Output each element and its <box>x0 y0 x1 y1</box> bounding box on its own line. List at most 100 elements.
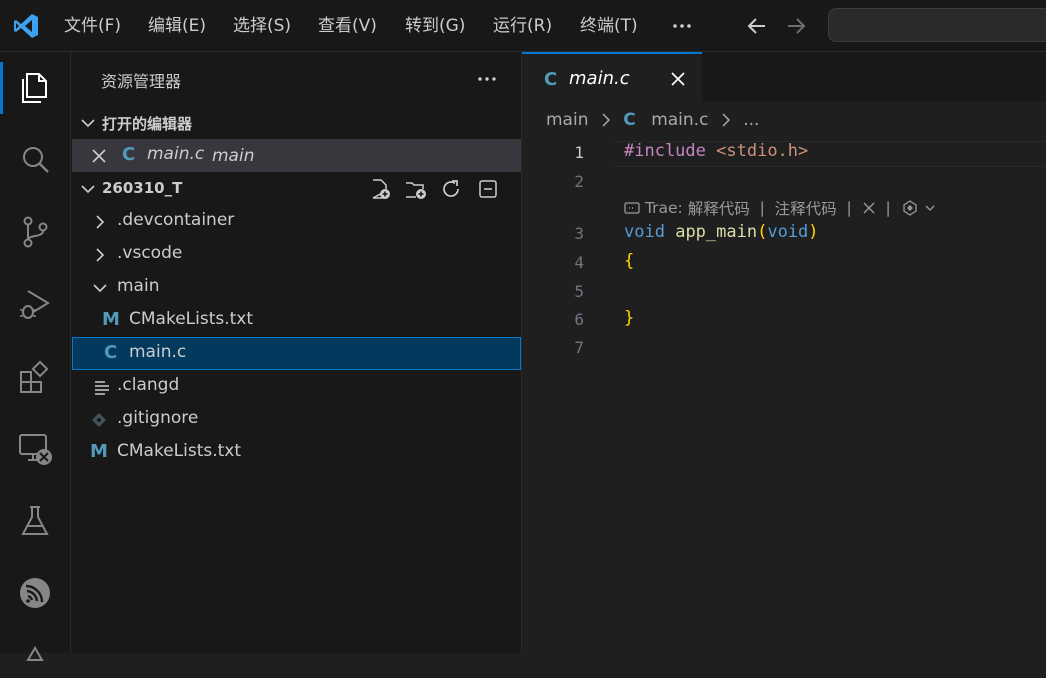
ai-assistant-icon[interactable] <box>901 200 919 216</box>
open-editors-label: 打开的编辑器 <box>102 115 193 133</box>
codelens-separator: | <box>841 199 857 217</box>
chevron-down-icon[interactable] <box>924 202 936 214</box>
text-file-icon <box>95 381 109 395</box>
c-file-icon: C <box>544 69 558 90</box>
tree-item-label: .vscode <box>117 243 183 263</box>
cmake-file-icon: M <box>102 309 120 330</box>
tree-item-label: .gitignore <box>117 408 199 428</box>
codelens-explain[interactable]: 解释代码 <box>688 197 750 219</box>
code-token: ) <box>808 222 819 242</box>
codelens: Trae: 解释代码 | 注释代码 | | <box>624 197 936 219</box>
git-file-icon <box>92 413 106 427</box>
menu-view[interactable]: 查看(V) <box>318 13 377 39</box>
tab-label: main.c <box>569 68 630 89</box>
chevron-right-icon <box>722 113 730 127</box>
code-token: app_main <box>675 222 758 242</box>
code-line-1[interactable]: #include <stdio.h> <box>624 141 808 161</box>
code-token: <stdio.h> <box>716 141 809 161</box>
menu-file[interactable]: 文件(F) <box>64 13 121 39</box>
menu-selection[interactable]: 选择(S) <box>233 13 291 39</box>
c-file-icon: C <box>104 342 118 363</box>
more-menu-icon[interactable] <box>670 12 694 40</box>
chevron-down-icon <box>81 119 95 128</box>
arrow-right-icon[interactable] <box>783 13 809 39</box>
tree-file-cmakelists-main[interactable]: M CMakeLists.txt <box>72 304 521 337</box>
source-control-icon[interactable] <box>16 213 54 251</box>
chevron-down-icon <box>81 185 95 194</box>
code-token: ( <box>757 222 768 242</box>
open-editor-item[interactable]: C main.c main <box>72 139 521 172</box>
vscode-logo-icon <box>14 14 38 38</box>
run-and-debug-icon[interactable] <box>16 285 54 323</box>
chevron-right-icon <box>96 215 105 229</box>
menu-run[interactable]: 运行(R) <box>493 13 552 39</box>
open-editor-folder: main <box>212 146 255 166</box>
tree-file-cmakelists-root[interactable]: M CMakeLists.txt <box>72 436 521 469</box>
breadcrumb-folder[interactable]: main <box>546 110 588 130</box>
code-line-3[interactable]: void app_main(void) <box>624 222 819 242</box>
command-center-search[interactable] <box>828 8 1046 42</box>
open-editors-header[interactable]: 打开的编辑器 <box>72 106 521 139</box>
tree-item-label: main.c <box>129 342 187 362</box>
extra-activity-icon[interactable] <box>16 640 54 678</box>
tree-file-clangd[interactable]: .clangd <box>72 370 521 403</box>
codelens-prefix: Trae: <box>644 199 683 217</box>
more-actions-icon[interactable] <box>475 68 499 90</box>
open-editor-filename: main.c <box>147 144 205 164</box>
extensions-icon[interactable] <box>16 358 54 396</box>
c-file-icon: C <box>623 110 636 130</box>
testing-flask-icon[interactable] <box>16 502 54 540</box>
line-number: 7 <box>574 338 584 357</box>
cmake-file-icon: M <box>90 441 108 462</box>
refresh-icon[interactable] <box>439 177 463 201</box>
menu-terminal[interactable]: 终端(T) <box>580 13 638 39</box>
tree-item-label: CMakeLists.txt <box>129 309 254 329</box>
menu-go[interactable]: 转到(G) <box>405 13 465 39</box>
tree-folder-devcontainer[interactable]: .devcontainer <box>72 205 521 238</box>
tree-item-label: main <box>117 276 160 296</box>
collapse-all-icon[interactable] <box>476 177 500 201</box>
breadcrumb: main C main.c ... <box>546 110 759 134</box>
tree-file-gitignore[interactable]: .gitignore <box>72 403 521 436</box>
c-file-icon: C <box>122 144 136 165</box>
tree-folder-vscode[interactable]: .vscode <box>72 238 521 271</box>
breadcrumb-file[interactable]: main.c <box>651 110 708 130</box>
code-token: #include <box>624 141 706 161</box>
arrow-left-icon[interactable] <box>744 13 770 39</box>
explorer-sidebar: 资源管理器 打开的编辑器 C main.c main 260310_T .dev… <box>71 52 522 653</box>
chevron-right-icon <box>96 248 105 262</box>
close-icon[interactable] <box>91 148 107 164</box>
codelens-comment[interactable]: 注释代码 <box>775 197 837 219</box>
tree-file-main-c[interactable]: C main.c <box>72 337 521 370</box>
breadcrumb-symbol[interactable]: ... <box>743 110 759 130</box>
workspace-header[interactable]: 260310_T <box>72 172 521 205</box>
search-icon[interactable] <box>16 141 54 179</box>
line-number: 1 <box>574 143 584 162</box>
line-number: 3 <box>574 224 584 243</box>
line-number: 6 <box>574 310 584 329</box>
line-number: 4 <box>574 253 584 272</box>
new-folder-icon[interactable] <box>403 177 427 201</box>
codelens-separator: | <box>754 199 770 217</box>
close-icon[interactable] <box>862 201 876 215</box>
tree-item-label: .devcontainer <box>117 210 235 230</box>
editor-area: C main.c main C main.c ... 1 2 3 4 5 6 7… <box>522 52 1046 653</box>
tab-bar: C main.c <box>522 52 1046 102</box>
code-token: void <box>624 222 665 242</box>
new-file-icon[interactable] <box>368 177 392 201</box>
explorer-files-icon[interactable] <box>16 69 54 107</box>
tree-item-label: .clangd <box>117 375 180 395</box>
tab-main-c[interactable]: C main.c <box>522 52 702 102</box>
code-line-6[interactable]: } <box>624 308 634 328</box>
close-icon[interactable] <box>670 71 686 87</box>
chevron-down-icon <box>93 284 107 293</box>
sidebar-title: 资源管理器 <box>101 72 182 91</box>
active-indicator <box>0 62 3 114</box>
code-line-4[interactable]: { <box>624 251 634 271</box>
tree-item-label: CMakeLists.txt <box>117 441 242 461</box>
tree-folder-main[interactable]: main <box>72 271 521 304</box>
menu-edit[interactable]: 编辑(E) <box>148 13 206 39</box>
remote-explorer-icon[interactable] <box>16 430 54 468</box>
espressif-idf-icon[interactable] <box>16 574 54 612</box>
title-bar: 文件(F) 编辑(E) 选择(S) 查看(V) 转到(G) 运行(R) 终端(T… <box>0 0 1046 52</box>
